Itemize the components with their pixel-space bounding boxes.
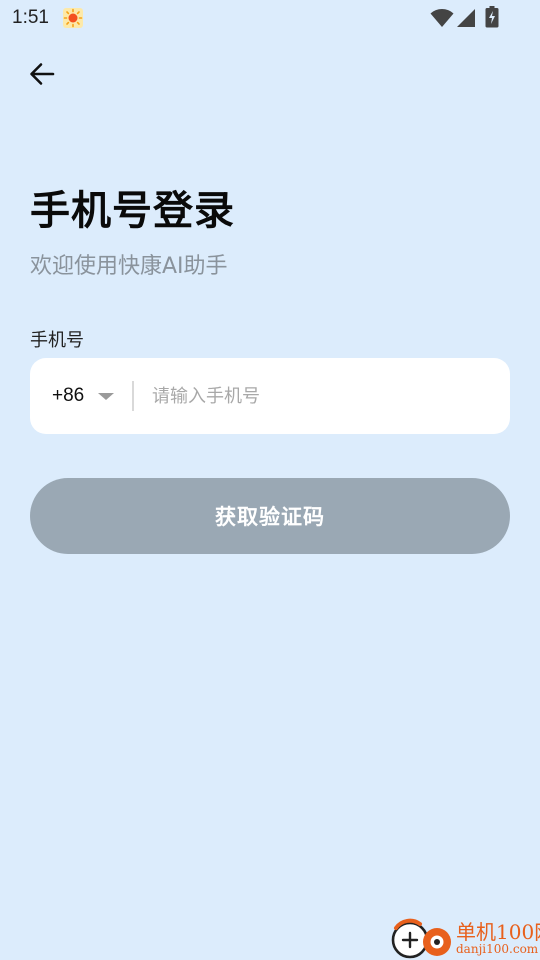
country-code-select[interactable]: +86 [52, 358, 115, 434]
get-verification-code-button[interactable]: 获取验证码 [30, 478, 510, 554]
page-subtitle: 欢迎使用快康AI助手 [30, 254, 228, 279]
watermark-logo-icon [391, 918, 451, 959]
weather-sun-icon [63, 8, 83, 28]
phone-input-card: +86 [30, 358, 510, 434]
battery-charging-icon [485, 6, 499, 28]
watermark-url: danji100.com [456, 942, 539, 956]
input-divider [132, 381, 134, 411]
caret-down-icon [98, 392, 115, 400]
watermark: 单机100网 danji100.com [390, 914, 540, 960]
watermark-name: 单机100网 [456, 920, 540, 944]
country-code-value: +86 [52, 385, 85, 406]
status-bar: 1:51 [0, 0, 540, 36]
login-screen: 1:51 手机号登录 欢迎使用快康AI助手 手机号 +86 请输入手机号 获取验… [0, 0, 540, 960]
cell-signal-icon [457, 9, 475, 27]
wifi-icon [430, 9, 454, 27]
page-title: 手机号登录 [30, 188, 235, 234]
phone-field-label: 手机号 [30, 330, 84, 351]
arrow-left-icon [30, 63, 55, 85]
back-button[interactable] [24, 56, 60, 92]
phone-number-input[interactable] [152, 376, 492, 416]
status-time: 1:51 [12, 7, 49, 28]
